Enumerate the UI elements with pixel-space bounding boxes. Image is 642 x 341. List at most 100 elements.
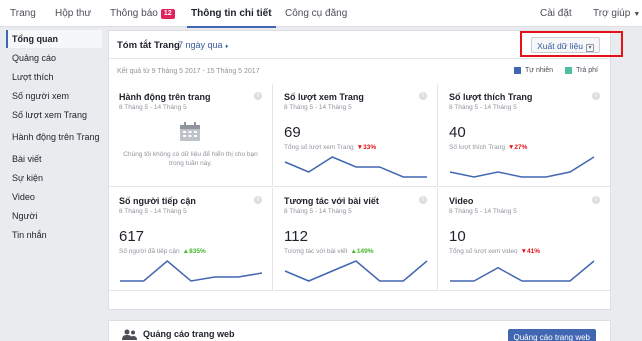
change-indicator: ▼41% (521, 248, 540, 255)
card-subtitle: Số lượt thích Trang ▼27% (449, 144, 527, 151)
sparkline-chart (449, 156, 595, 178)
card-value: 40 (449, 124, 466, 141)
date-range-select[interactable]: 7 ngày qua ♦ (178, 40, 228, 50)
sparkline-series-organic (120, 260, 263, 282)
change-indicator: ▲835% (183, 248, 206, 255)
info-icon[interactable]: i (419, 92, 427, 100)
sidebar-item-messages[interactable]: Tin nhắn (6, 225, 102, 244)
legend-organic-swatch (514, 67, 522, 74)
card-subtitle-text: Số người đã tiếp cận (119, 248, 180, 255)
info-icon[interactable]: i (419, 196, 427, 204)
calendar-icon (180, 122, 200, 141)
results-date-range: Kết quả từ 9 Tháng 5 2017 - 15 Tháng 5 2… (117, 68, 260, 75)
card-page-views[interactable]: Số lượt xem Trang 8 Tháng 5 - 14 Tháng 5… (274, 84, 438, 187)
card-title: Số lượt xem Trang (284, 92, 364, 102)
legend-paid-label: Trả phí (576, 67, 598, 74)
sidebar-item-page-actions[interactable]: Hành động trên Trang (6, 124, 102, 149)
card-subtitle-text: Tương tác với bài viết (284, 248, 348, 255)
card-title: Số lượt thích Trang (449, 92, 533, 102)
promote-website-button[interactable]: Quảng cáo trang web (507, 329, 596, 341)
sidebar-item-overview[interactable]: Tổng quan (6, 30, 102, 48)
sidebar-item-events[interactable]: Sự kiện (6, 168, 102, 187)
card-value: 69 (284, 124, 301, 141)
sparkline-series-organic (449, 156, 595, 178)
card-page-actions[interactable]: Hành động trên trang 8 Tháng 5 - 14 Thán… (109, 84, 273, 187)
sparkline-chart (284, 260, 428, 282)
info-icon[interactable]: i (254, 196, 262, 204)
legend-organic: Tự nhiên (514, 67, 553, 74)
sidebar-item-people[interactable]: Người (6, 206, 102, 225)
card-subtitle-text: Tổng số lượt xem video (449, 248, 518, 255)
card-subtitle: Tổng số lượt xem Trang ▼33% (284, 144, 376, 151)
sparkline-chart (284, 156, 427, 178)
summary-title: Tóm tắt Trang (117, 40, 180, 51)
tab-inbox[interactable]: Hộp thư (55, 0, 91, 27)
sidebar-item-videos[interactable]: Video (6, 187, 102, 206)
sparkline-series-organic (284, 156, 427, 178)
legend-paid: Trả phí (565, 67, 598, 74)
sparkline-chart (120, 260, 263, 282)
sidebar-item-likes[interactable]: Lượt thích (6, 67, 102, 86)
card-video[interactable]: Video 8 Tháng 5 - 14 Tháng 5 i 10 Tổng s… (439, 188, 610, 291)
card-date-range: 8 Tháng 5 - 14 Tháng 5 (449, 104, 517, 111)
chevron-down-icon: ♦ (225, 44, 229, 50)
legend-organic-label: Tự nhiên (525, 67, 554, 74)
card-page-likes[interactable]: Số lượt thích Trang 8 Tháng 5 - 14 Tháng… (439, 84, 610, 187)
date-range-label: 7 ngày qua (178, 40, 223, 50)
notification-count-badge: 12 (160, 9, 175, 19)
tab-publishing-tools[interactable]: Công cụ đăng (285, 0, 347, 27)
card-title: Số người tiếp cận (119, 196, 196, 206)
info-icon[interactable]: i (592, 92, 600, 100)
card-date-range: 8 Tháng 5 - 14 Tháng 5 (119, 208, 187, 215)
help-menu[interactable]: Trợ giúp ▼ (593, 0, 640, 27)
card-value: 112 (284, 228, 308, 245)
change-value: 27% (514, 144, 528, 151)
sidebar-item-page-views[interactable]: Số lượt xem Trang (6, 105, 102, 124)
card-subtitle-text: Số lượt thích Trang (449, 144, 505, 151)
change-value: 41% (527, 248, 541, 255)
card-subtitle: Tương tác với bài viết ▲149% (284, 248, 374, 255)
legend-paid-swatch (565, 67, 573, 74)
tab-notifications[interactable]: Thông báo 12 (110, 0, 175, 27)
card-date-range: 8 Tháng 5 - 14 Tháng 5 (119, 104, 187, 111)
card-value: 10 (449, 228, 466, 245)
page-summary-panel: Tóm tắt Trang 7 ngày qua ♦ Xuất dữ liệu ▾… (108, 30, 611, 310)
settings-link[interactable]: Cài đặt (540, 0, 572, 27)
card-date-range: 8 Tháng 5 - 14 Tháng 5 (284, 104, 352, 111)
top-navigation: Trang Hộp thư Thông báo 12 Thông tin chi … (0, 0, 642, 28)
change-indicator: ▼33% (357, 144, 376, 151)
sparkline-chart (450, 260, 595, 282)
no-data-message: Chúng tôi không có dữ liệu để hiển thị c… (123, 151, 258, 167)
sparkline-series-organic (284, 260, 428, 282)
help-label: Trợ giúp (593, 8, 631, 19)
promote-website-title: Quảng cáo trang web (143, 329, 235, 339)
sidebar-item-followers[interactable]: Số người xem (6, 86, 102, 105)
tab-insights[interactable]: Thông tin chi tiết (187, 0, 276, 28)
card-title: Tương tác với bài viết (284, 196, 379, 206)
change-indicator: ▲149% (350, 248, 373, 255)
people-icon (122, 329, 137, 340)
sidebar-item-promotions[interactable]: Quảng cáo (6, 48, 102, 67)
tab-page[interactable]: Trang (10, 0, 36, 27)
card-post-engagement[interactable]: Tương tác với bài viết 8 Tháng 5 - 14 Th… (274, 188, 438, 291)
change-value: 33% (363, 144, 377, 151)
change-value: 835% (189, 248, 206, 255)
card-value: 617 (119, 228, 145, 245)
promote-website-bar: Quảng cáo trang web Quảng cáo trang web (108, 320, 611, 341)
change-indicator: ▼27% (508, 144, 527, 151)
card-title: Hành động trên trang (119, 92, 211, 102)
card-date-range: 8 Tháng 5 - 14 Tháng 5 (449, 208, 517, 215)
card-title: Video (449, 196, 474, 206)
chevron-down-icon: ▼ (633, 11, 641, 18)
card-reach[interactable]: Số người tiếp cận 8 Tháng 5 - 14 Tháng 5… (109, 188, 273, 291)
change-value: 149% (356, 248, 374, 255)
insights-sidebar: Tổng quan Quảng cáo Lượt thích Số người … (6, 30, 102, 244)
card-date-range: 8 Tháng 5 - 14 Tháng 5 (284, 208, 352, 215)
sparkline-series-organic (450, 260, 595, 282)
export-highlight-box (520, 31, 623, 57)
sidebar-item-posts[interactable]: Bài viết (6, 149, 102, 168)
card-subtitle-text: Tổng số lượt xem Trang (284, 144, 354, 151)
info-icon[interactable]: i (254, 92, 262, 100)
info-icon[interactable]: i (592, 196, 600, 204)
card-subtitle: Số người đã tiếp cận ▲835% (119, 248, 206, 255)
